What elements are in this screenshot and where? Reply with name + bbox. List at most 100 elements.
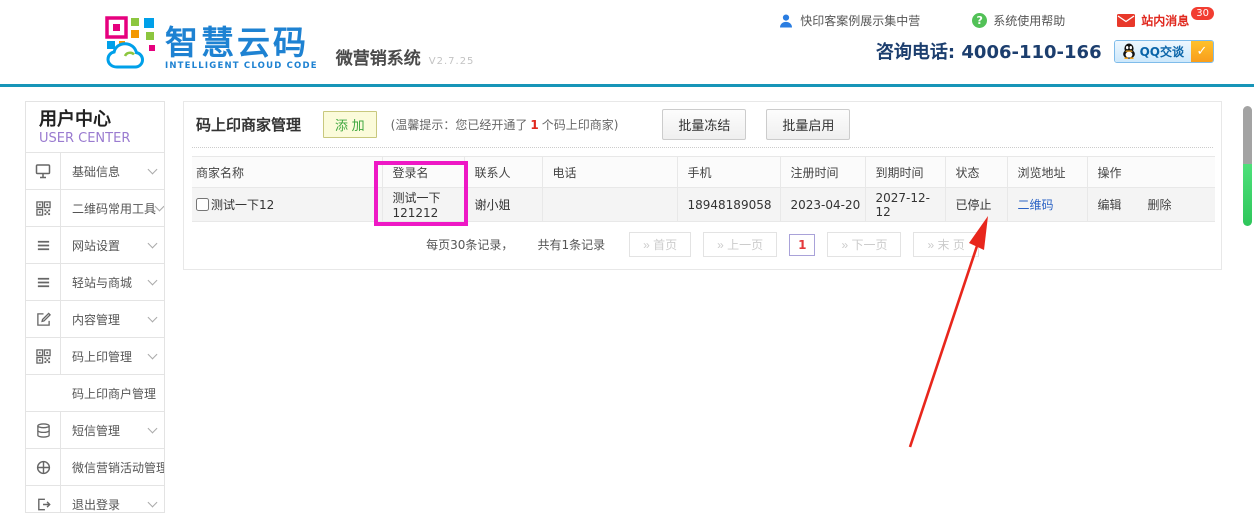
delete-link[interactable]: 删除 [1148, 198, 1172, 212]
logo-title: 智慧云码 [165, 26, 318, 59]
col-register-date: 注册时间 [780, 157, 865, 188]
database-icon [26, 412, 61, 448]
help-link[interactable]: ? 系统使用帮助 [972, 12, 1065, 29]
sidebar-title-cn: 用户中心 [39, 110, 164, 131]
menu-icon [26, 227, 61, 263]
toolbar: 码上印商家管理 添 加 (温馨提示：您已经开通了1个码上印商家) 批量冻结 批量… [184, 102, 1221, 147]
qq-check-icon: ✓ [1191, 41, 1213, 62]
messages-badge: 30 [1191, 7, 1214, 20]
chevron-down-icon [148, 423, 158, 433]
sidebar-item-content-mgmt[interactable]: 内容管理 [26, 300, 164, 337]
chevron-down-icon [148, 164, 158, 174]
qq-chat-button[interactable]: QQ交谈 ✓ [1114, 40, 1214, 63]
chevron-down-icon [148, 275, 158, 285]
hotline-label: 咨询电话: [876, 42, 955, 63]
mail-icon [1117, 14, 1135, 27]
sidebar-item-qrcode-tools[interactable]: 二维码常用工具 [26, 189, 164, 226]
sidebar-item-site-settings[interactable]: 网站设置 [26, 226, 164, 263]
edit-link[interactable]: 编辑 [1098, 198, 1122, 212]
globe-icon [26, 449, 61, 485]
scrollbar-thumb-green[interactable] [1243, 164, 1252, 226]
table-row: 测试一下12 测试一下121212 谢小姐 18948189058 2023-0… [192, 188, 1215, 222]
monitor-icon [26, 153, 61, 189]
chevron-down-icon [148, 349, 158, 359]
sidebar-item-label: 退出登录 [61, 496, 120, 513]
case-center-link[interactable]: 快印客案例展示集中营 [778, 12, 920, 29]
table-header-row: 商家名称 登录名 联系人 电话 手机 注册时间 到期时间 状态 浏览地址 操作 [192, 157, 1215, 188]
hint-text: (温馨提示：您已经开通了1个码上印商家) [391, 116, 619, 133]
col-view-url: 浏览地址 [1007, 157, 1087, 188]
messages-label: 站内消息 [1141, 12, 1189, 29]
sidebar-item-label: 网站设置 [61, 237, 120, 254]
app-logo: 智慧云码 INTELLIGENT CLOUD CODE 微营销系统 V2.7.2… [105, 16, 474, 70]
status-badge: 已停止 [945, 188, 1007, 222]
per-page-text: 每页30条记录， [426, 236, 513, 253]
top-header: 智慧云码 INTELLIGENT CLOUD CODE 微营销系统 V2.7.2… [0, 0, 1254, 87]
col-contact: 联系人 [464, 157, 542, 188]
chevron-down-icon [148, 497, 158, 507]
scrollbar-thumb-gray[interactable] [1243, 106, 1252, 164]
cell-login-name: 测试一下121212 [382, 188, 464, 222]
sidebar-item-logout[interactable]: 退出登录 [26, 485, 164, 513]
sidebar-item-basic-info[interactable]: 基础信息 [26, 152, 164, 189]
cell-expire-date: 2027-12-12 [865, 188, 945, 222]
hotline-number: 4006-110-166 [961, 42, 1101, 63]
pagination: 每页30条记录， 共有1条记录 » 首页 » 上一页 1 » 下一页 » 末 页 [184, 232, 1221, 257]
cell-phone [542, 188, 677, 222]
site-messages-link[interactable]: 站内消息 30 [1117, 12, 1214, 29]
sidebar-item-wechat-marketing[interactable]: 微信营销活动管理 [26, 448, 164, 485]
hint-count: 1 [527, 118, 541, 132]
col-mobile: 手机 [677, 157, 780, 188]
help-label: 系统使用帮助 [993, 12, 1065, 29]
chevron-down-icon [148, 238, 158, 248]
sidebar-item-label: 微信营销活动管理 [61, 459, 165, 476]
sidebar: 用户中心 USER CENTER 基础信息 二维码常用工具 网站设置 [25, 101, 165, 513]
sidebar-title: 用户中心 USER CENTER [26, 102, 164, 152]
chevron-down-icon [155, 201, 165, 211]
hint-prefix: (温馨提示：您已经开通了 [391, 118, 528, 132]
sidebar-item-print-merchant-mgmt[interactable]: 码上印商户管理 [26, 374, 164, 411]
col-phone: 电话 [542, 157, 677, 188]
row-checkbox[interactable] [196, 198, 209, 211]
system-name: 微营销系统 [336, 44, 421, 69]
cloud-qrcode-logo-icon [105, 16, 157, 70]
batch-enable-button[interactable]: 批量启用 [766, 109, 850, 140]
qrcode-link[interactable]: 二维码 [1018, 198, 1054, 212]
batch-freeze-button[interactable]: 批量冻结 [662, 109, 746, 140]
hint-suffix: 个码上印商家) [542, 118, 619, 132]
merchant-table: 商家名称 登录名 联系人 电话 手机 注册时间 到期时间 状态 浏览地址 操作 … [192, 156, 1215, 222]
qrcode-icon [26, 190, 61, 226]
sidebar-item-print-code-mgmt[interactable]: 码上印管理 [26, 337, 164, 374]
sidebar-item-label: 二维码常用工具 [61, 200, 156, 217]
sidebar-item-label: 码上印商户管理 [26, 385, 156, 402]
cell-merchant-name: 测试一下12 [211, 196, 274, 213]
col-merchant-name: 商家名称 [192, 157, 382, 188]
current-page-indicator: 1 [789, 234, 815, 256]
col-login-name: 登录名 [382, 157, 464, 188]
prev-page-button[interactable]: » 上一页 [703, 232, 777, 257]
chevron-down-icon [148, 312, 158, 322]
sidebar-item-sms-mgmt[interactable]: 短信管理 [26, 411, 164, 448]
page-title: 码上印商家管理 [196, 114, 301, 135]
sidebar-item-lite-site-mall[interactable]: 轻站与商城 [26, 263, 164, 300]
sidebar-item-label: 码上印管理 [61, 348, 132, 365]
qq-penguin-icon [1122, 43, 1136, 59]
main-panel: 码上印商家管理 添 加 (温馨提示：您已经开通了1个码上印商家) 批量冻结 批量… [183, 101, 1222, 270]
logo-subtitle: INTELLIGENT CLOUD CODE [165, 62, 318, 71]
cell-contact: 谢小姐 [464, 188, 542, 222]
sidebar-item-label: 内容管理 [61, 311, 120, 328]
next-page-button[interactable]: » 下一页 [827, 232, 901, 257]
person-icon [778, 13, 794, 29]
case-center-label: 快印客案例展示集中营 [800, 12, 920, 29]
last-page-button[interactable]: » 末 页 [913, 232, 978, 257]
cell-mobile: 18948189058 [677, 188, 780, 222]
system-version: V2.7.25 [429, 56, 475, 67]
qrcode-icon [26, 338, 61, 374]
qq-chat-label: QQ交谈 [1140, 43, 1184, 60]
hotline: 咨询电话: 4006-110-166 [876, 38, 1102, 64]
add-button[interactable]: 添 加 [323, 111, 377, 138]
total-records-text: 共有1条记录 [537, 236, 605, 253]
sidebar-item-label: 短信管理 [61, 422, 120, 439]
logout-icon [26, 486, 61, 513]
first-page-button[interactable]: » 首页 [629, 232, 691, 257]
